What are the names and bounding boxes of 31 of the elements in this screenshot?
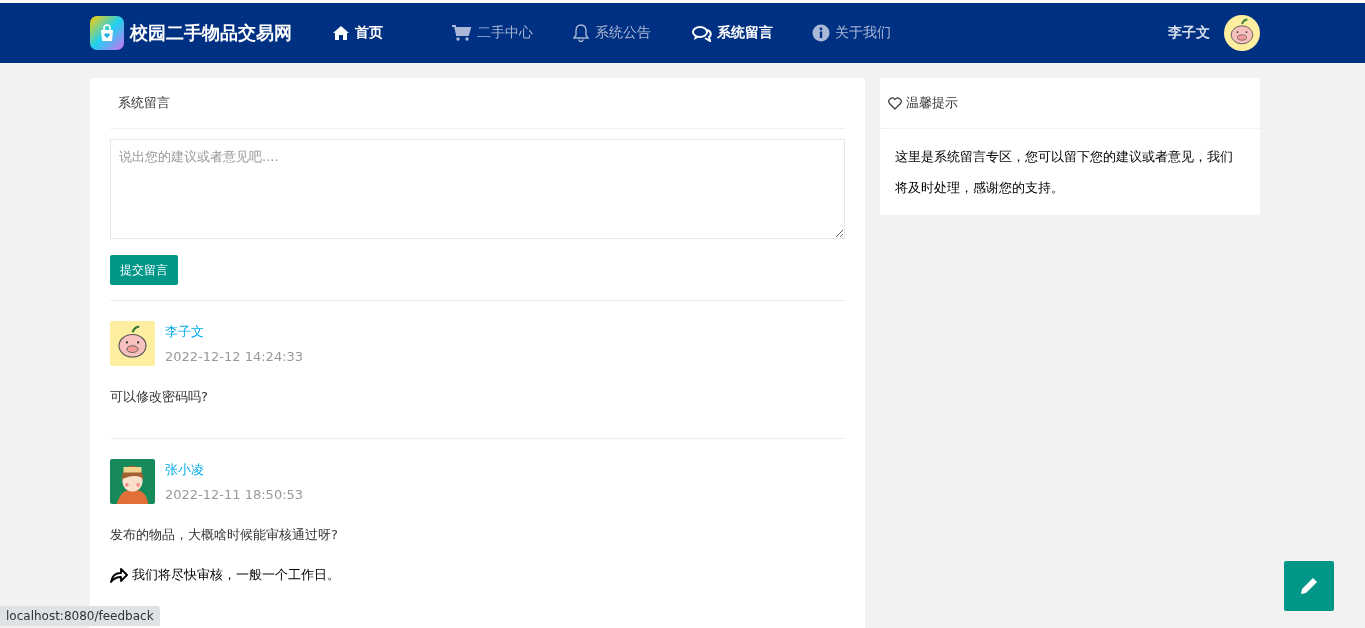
edit-button[interactable] xyxy=(1284,561,1334,611)
bell-icon xyxy=(572,24,590,42)
cart-icon xyxy=(452,25,472,41)
heart-icon xyxy=(888,96,902,110)
nav-link[interactable]: 关于我们 xyxy=(812,24,912,42)
status-url: localhost:8080/feedback xyxy=(0,606,160,626)
message-time: 2022-12-11 18:50:53 xyxy=(165,487,304,502)
pencil-icon xyxy=(1299,576,1319,596)
logo-icon xyxy=(90,16,124,50)
submit-button[interactable]: 提交留言 xyxy=(110,255,178,285)
nav-link[interactable]: 首页 xyxy=(332,24,432,42)
site-title: 校园二手物品交易网 xyxy=(130,21,292,45)
avatar[interactable] xyxy=(1224,15,1260,51)
nav-link[interactable]: 二手中心 xyxy=(452,24,552,42)
message-time: 2022-12-12 14:24:33 xyxy=(165,349,304,364)
home-icon xyxy=(332,25,350,41)
reply-text: 我们将尽快审核，一般一个工作日。 xyxy=(132,566,340,584)
user-name[interactable]: 李子文 xyxy=(1168,24,1210,42)
card-title: 温馨提示 xyxy=(906,94,958,112)
tips-text: 这里是系统留言专区，您可以留下您的建议或者意见，我们将及时处理，感谢您的支持。 xyxy=(894,148,1234,197)
nav-link[interactable]: 系统留言 xyxy=(692,24,792,42)
info-icon xyxy=(812,24,830,42)
avatar xyxy=(110,321,155,366)
reply-arrow-icon xyxy=(110,567,128,583)
card-title: 系统留言 xyxy=(118,95,170,110)
avatar xyxy=(110,459,155,504)
message-input[interactable]: 说出您的建议或者意见吧.... xyxy=(110,139,845,239)
message-text: 可以修改密码吗? xyxy=(110,388,209,406)
chat-icon xyxy=(692,24,712,42)
nav-link[interactable]: 系统公告 xyxy=(572,24,672,42)
message-text: 发布的物品，大概啥时候能审核通过呀? xyxy=(110,526,339,544)
